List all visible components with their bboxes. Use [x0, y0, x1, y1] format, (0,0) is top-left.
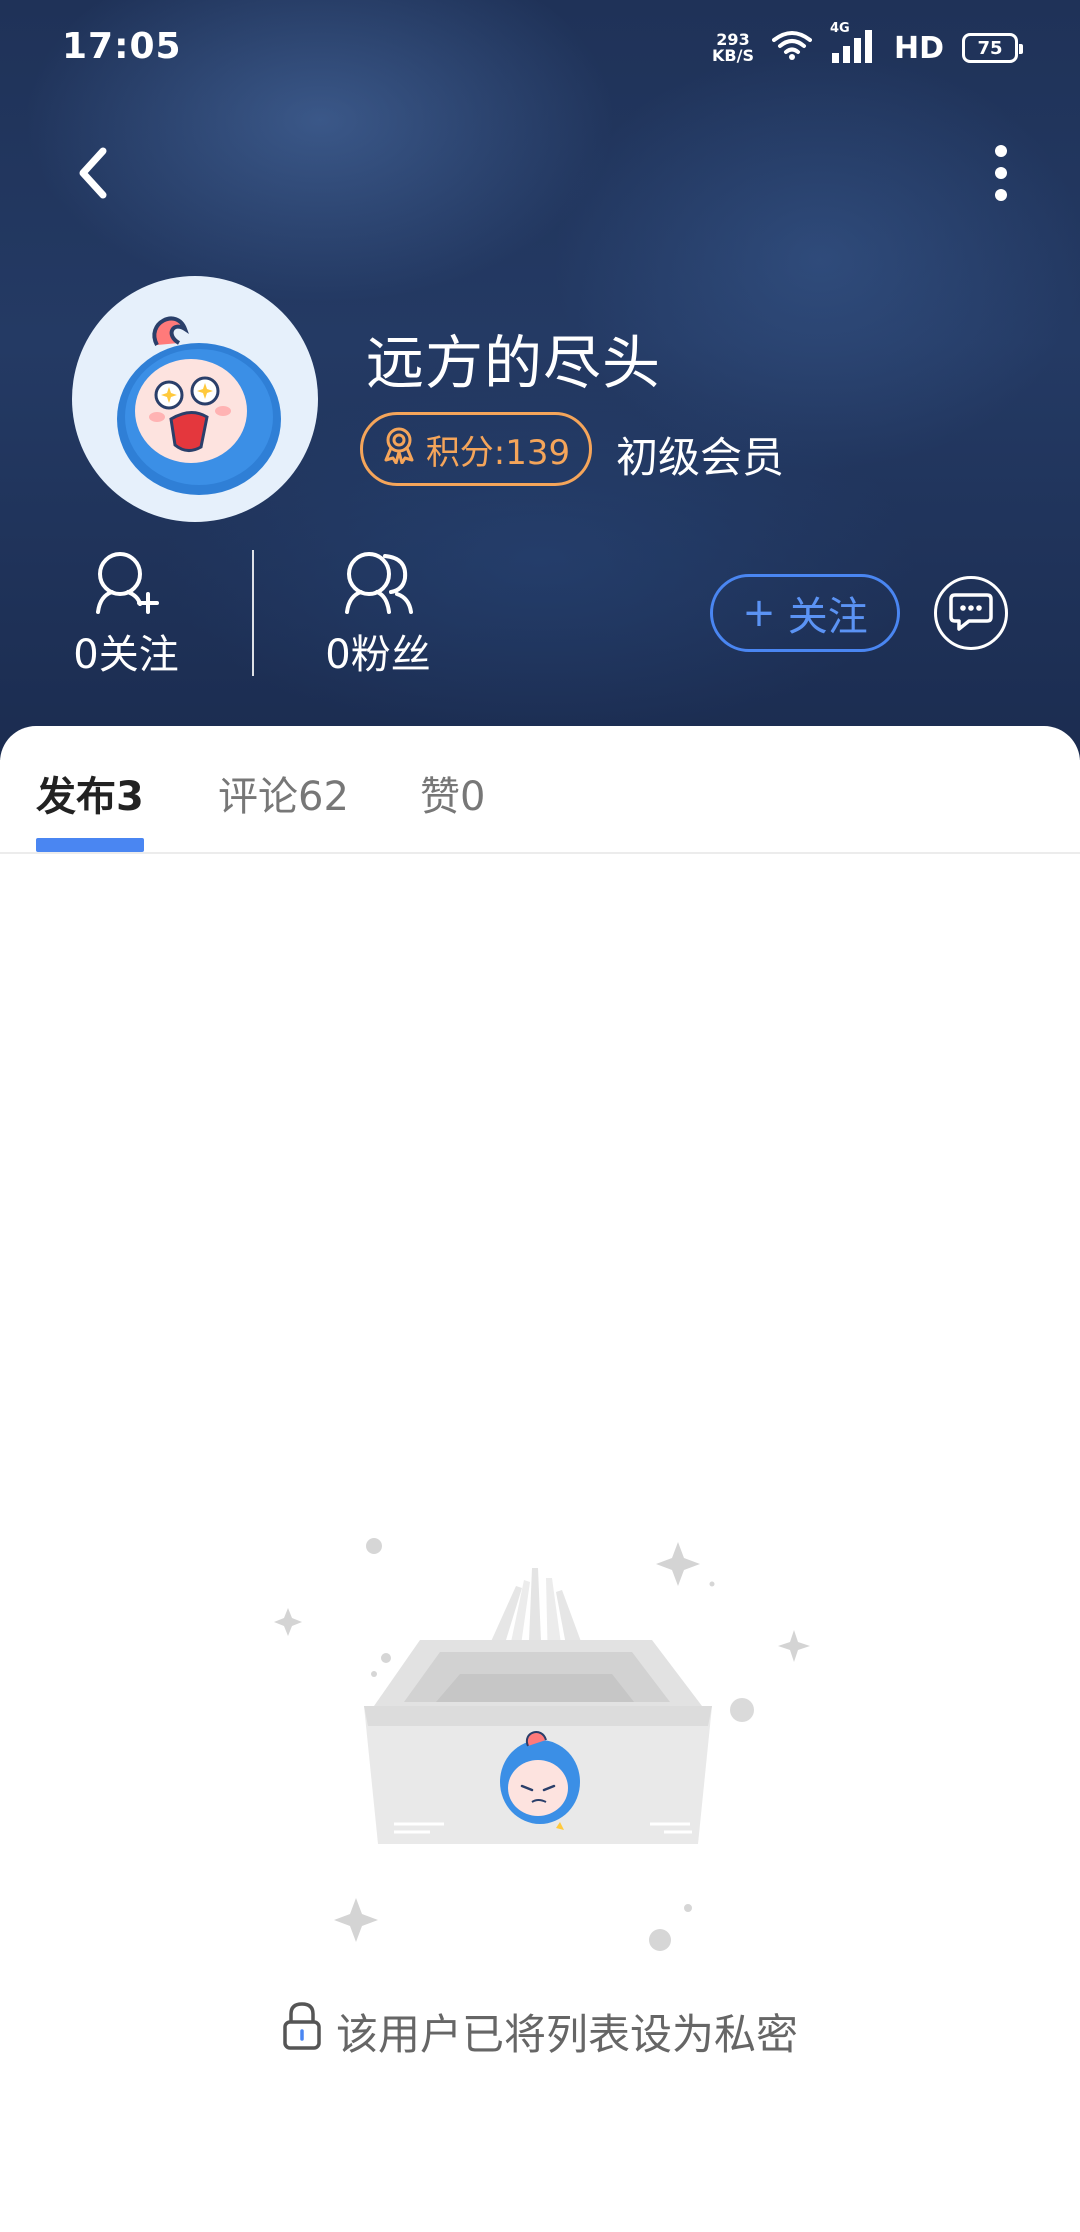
member-level: 初级会员: [616, 433, 785, 482]
avatar-mascot-image: [117, 316, 281, 495]
stats-divider: [252, 550, 254, 676]
points-label: 积分:139: [425, 432, 571, 473]
tab-posts[interactable]: 发布3: [36, 764, 144, 822]
following-stat[interactable]: 0关注: [46, 548, 206, 680]
battery-icon: 75: [962, 33, 1023, 63]
network-speed: 293 KB/S: [712, 32, 754, 64]
status-bar: 17:05 293 KB/S 4G HD 75: [0, 0, 1080, 96]
fans-stat[interactable]: 0粉丝: [298, 548, 458, 680]
tab-comments[interactable]: 评论62: [218, 764, 349, 822]
content-card: 发布3 评论62 赞0 该用户已将列表设为私密: [0, 726, 1080, 2232]
network-type: 4G: [829, 21, 850, 36]
avatar[interactable]: [72, 276, 318, 522]
back-button[interactable]: [58, 140, 128, 210]
tab-likes[interactable]: 赞0: [420, 764, 485, 822]
private-list-text: 该用户已将列表设为私密: [335, 2009, 798, 2059]
following-count: 0关注: [73, 632, 179, 678]
battery-level: 75: [977, 37, 1003, 59]
more-vertical-icon: [994, 143, 1008, 207]
plus-icon: +: [742, 590, 776, 636]
hd-label: HD: [893, 30, 944, 66]
cellular-signal-icon: 4G: [830, 21, 876, 67]
user-plus-icon: [46, 548, 206, 618]
username: 远方的尽头: [366, 329, 662, 397]
chat-bubble-icon: [949, 591, 993, 635]
status-indicators: 293 KB/S 4G HD 75: [712, 21, 1023, 70]
lock-icon: [282, 2000, 322, 2062]
more-options-button[interactable]: [966, 140, 1036, 210]
private-list-message: 该用户已将列表设为私密: [0, 2000, 1080, 2062]
users-icon: [298, 548, 458, 618]
profile-tabs: 发布3 评论62 赞0: [0, 726, 1080, 854]
chevron-left-icon: [75, 145, 111, 205]
message-button[interactable]: [934, 576, 1008, 650]
follow-button[interactable]: + 关注: [710, 574, 900, 652]
fans-count: 0粉丝: [325, 632, 431, 678]
network-speed-unit: KB/S: [712, 46, 754, 65]
follow-button-label: 关注: [787, 594, 868, 640]
wifi-icon: [771, 30, 812, 66]
medal-icon: [382, 426, 416, 473]
empty-box-illustration: [274, 1538, 810, 1951]
active-tab-indicator: [36, 838, 144, 852]
profile-screen: 17:05 293 KB/S 4G HD 75 远方的尽头 积分:139 初级会…: [0, 0, 1080, 2232]
points-badge[interactable]: 积分:139: [360, 412, 592, 486]
status-time: 17:05: [62, 26, 182, 67]
